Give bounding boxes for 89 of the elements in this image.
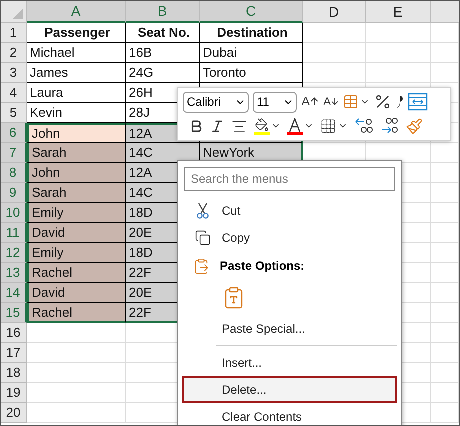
row-header[interactable]: 6 — [1, 123, 27, 143]
column-header[interactable]: E — [366, 1, 431, 23]
row-header[interactable]: 15 — [1, 303, 27, 323]
table-cell: Toronto — [200, 63, 303, 83]
empty-cell — [431, 243, 459, 263]
empty-cell — [431, 143, 459, 163]
table-cell: James — [27, 63, 126, 83]
table-cell: Seat No. — [126, 23, 200, 43]
italic-icon — [210, 118, 225, 134]
clipboard-icon — [192, 258, 210, 274]
empty-cell — [366, 23, 431, 43]
row-header[interactable]: 1 — [1, 23, 27, 43]
row-header[interactable]: 8 — [1, 163, 27, 183]
empty-cell — [431, 403, 459, 423]
table-cell: 14C — [126, 143, 200, 163]
row-header[interactable]: 3 — [1, 63, 27, 83]
table-cell: David — [27, 223, 126, 243]
copy-icon — [195, 230, 211, 246]
empty-cell — [431, 363, 459, 383]
table-cell: Dubai — [200, 43, 303, 63]
search-field[interactable]: Search the menus — [184, 167, 395, 191]
table-cell: Passenger — [27, 23, 126, 43]
scissors-icon — [197, 202, 209, 218]
font-color-icon — [288, 118, 302, 132]
table-cell: Emily — [27, 243, 126, 263]
table-cell: Rachel — [27, 263, 126, 283]
paint-bucket-icon — [255, 118, 269, 132]
table-cell: John — [27, 123, 126, 143]
menu-item[interactable]: Clear Contents — [182, 403, 397, 425]
table-icon — [343, 94, 359, 110]
menu-item[interactable]: Delete... — [182, 376, 397, 403]
row-header[interactable]: 9 — [1, 183, 27, 203]
column-header[interactable]: D — [303, 1, 366, 23]
row-header[interactable]: 13 — [1, 263, 27, 283]
empty-cell — [431, 183, 459, 203]
empty-cell — [431, 323, 459, 343]
row-header[interactable]: 17 — [1, 343, 27, 363]
table-cell: Laura — [27, 83, 126, 103]
row-header[interactable]: 11 — [1, 223, 27, 243]
comma-icon — [396, 95, 404, 109]
table-cell: Sarah — [27, 183, 126, 203]
empty-cell — [431, 383, 459, 403]
row-header[interactable]: 19 — [1, 383, 27, 403]
row-header[interactable]: 7 — [1, 143, 27, 163]
row-header[interactable]: 20 — [1, 403, 27, 423]
decrease-decimal-icon — [354, 117, 374, 135]
column-header[interactable]: C — [200, 1, 303, 23]
percent-icon — [374, 93, 392, 111]
table-cell: 16B — [126, 43, 200, 63]
bold-icon — [189, 118, 204, 134]
table-cell: 24G — [126, 63, 200, 83]
empty-cell — [431, 203, 459, 223]
row-header[interactable]: 4 — [1, 83, 27, 103]
empty-cell — [431, 43, 459, 63]
empty-cell — [431, 23, 459, 43]
row-header[interactable]: 14 — [1, 283, 27, 303]
table-cell: Sarah — [27, 143, 126, 163]
menu-item[interactable]: Insert... — [182, 349, 397, 376]
wrap-button[interactable] — [408, 91, 428, 113]
borders-icon — [320, 118, 337, 134]
empty-cell — [431, 303, 459, 323]
table-cell: Michael — [27, 43, 126, 63]
table-cell: David — [27, 283, 126, 303]
empty-cell — [431, 63, 459, 83]
empty-cell — [431, 343, 459, 363]
increase-decimal-icon — [380, 117, 400, 135]
column-header[interactable]: A — [27, 1, 126, 23]
row-header[interactable]: 2 — [1, 43, 27, 63]
empty-cell — [431, 163, 459, 183]
table-cell: Rachel — [27, 303, 126, 323]
wrap-icon — [408, 93, 428, 111]
row-header[interactable]: 18 — [1, 363, 27, 383]
font-size-dropdown[interactable]: 11 — [253, 92, 297, 112]
empty-cell — [366, 63, 431, 83]
empty-cell — [431, 283, 459, 303]
table-cell: John — [27, 163, 126, 183]
row-header[interactable]: 16 — [1, 323, 27, 343]
row-header[interactable]: 10 — [1, 203, 27, 223]
row-header[interactable]: 12 — [1, 243, 27, 263]
empty-cell — [431, 223, 459, 243]
table-cell: Emily — [27, 203, 126, 223]
table-cell: Destination — [200, 23, 303, 43]
font-color-button[interactable] — [287, 115, 314, 137]
empty-cell — [431, 263, 459, 283]
column-header[interactable]: B — [126, 1, 200, 23]
empty-cell — [366, 43, 431, 63]
table-cell: Kevin — [27, 103, 126, 123]
row-header[interactable]: 5 — [1, 103, 27, 123]
format-painter-icon — [406, 118, 423, 134]
